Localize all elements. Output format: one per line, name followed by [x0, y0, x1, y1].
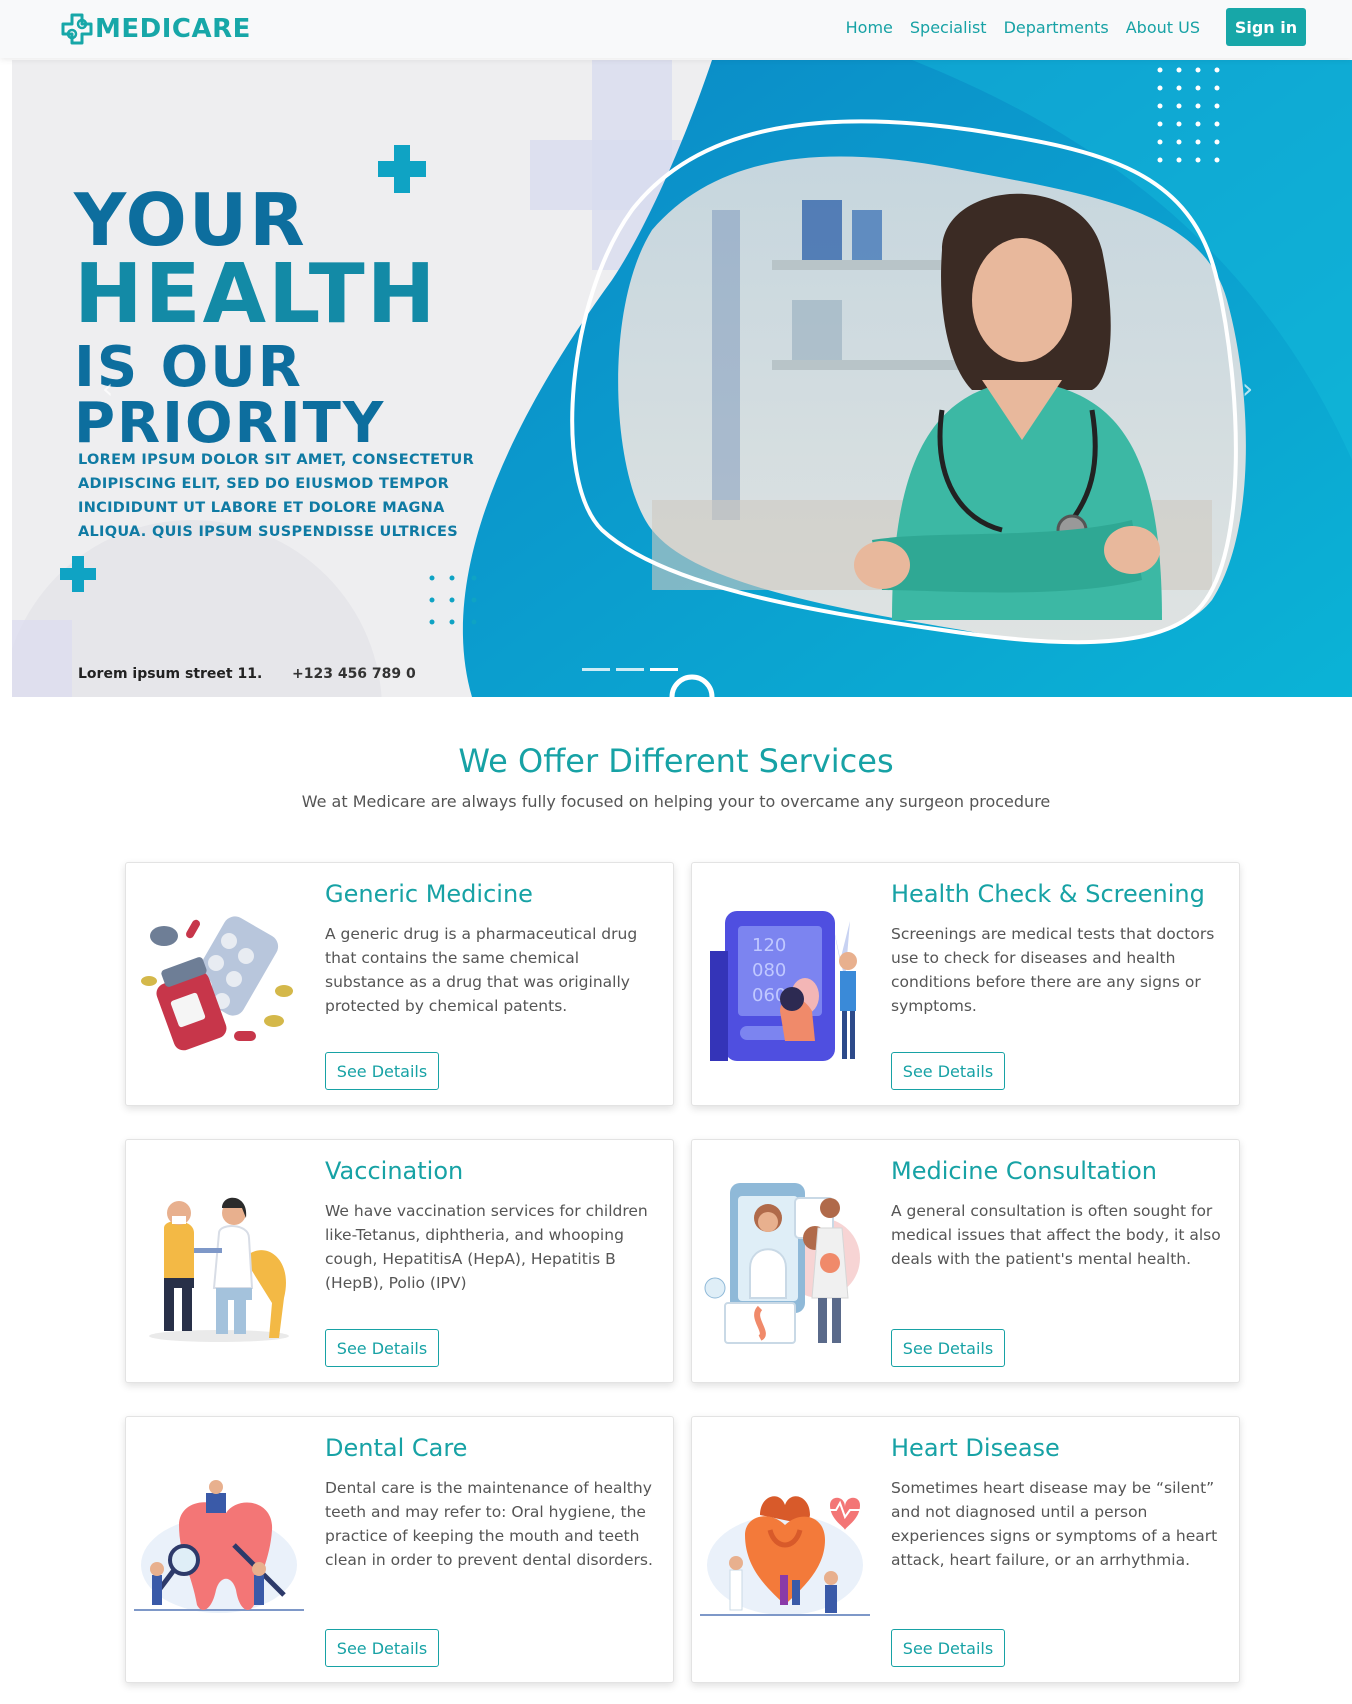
service-card-heart-disease: Heart Disease Sometimes heart disease ma…	[691, 1416, 1240, 1683]
hero-title-line-2: HEALTH	[74, 247, 438, 342]
card-description: A general consultation is often sought f…	[891, 1202, 1221, 1268]
see-details-button[interactable]: See Details	[325, 1329, 439, 1367]
nav-about-us[interactable]: About US	[1126, 18, 1200, 37]
carousel-indicator-3[interactable]	[650, 668, 678, 671]
nav-home[interactable]: Home	[846, 18, 893, 37]
card-description: Sometimes heart disease may be “silent” …	[891, 1479, 1218, 1569]
hero-address: Lorem ipsum street 11.	[78, 666, 263, 682]
nav-departments[interactable]: Departments	[1004, 18, 1109, 37]
hero-phone: +123 456 789 0	[292, 666, 416, 682]
vaccination-icon	[149, 1197, 289, 1342]
online-consultation-icon	[704, 1183, 860, 1344]
svg-text:080: 080	[752, 960, 786, 981]
medicine-pills-icon	[141, 916, 293, 1051]
heart-anatomy-icon	[700, 1496, 870, 1616]
navbar: MEDICARE Home Specialist Departments Abo…	[0, 0, 1352, 58]
card-title: Medicine Consultation	[891, 1157, 1157, 1185]
see-details-button[interactable]: See Details	[891, 1052, 1005, 1090]
see-details-button[interactable]: See Details	[891, 1329, 1005, 1367]
services-title: We Offer Different Services	[458, 742, 894, 780]
signin-button[interactable]: Sign in	[1226, 8, 1306, 46]
carousel-prev-icon[interactable]: ‹	[102, 372, 142, 412]
carousel-indicator-1[interactable]	[582, 668, 610, 671]
service-card-health-check: 120 080 060 Health Check & Screening Scr…	[691, 862, 1240, 1106]
services-subtitle: We at Medicare are always fully focused …	[301, 792, 1051, 811]
card-description: We have vaccination services for childre…	[325, 1202, 648, 1292]
service-card-generic-medicine: Generic Medicine A generic drug is a pha…	[125, 862, 674, 1106]
nav-links: Home Specialist Departments About US	[846, 18, 1200, 37]
nav-specialist[interactable]: Specialist	[910, 18, 987, 37]
see-details-button[interactable]: See Details	[325, 1052, 439, 1090]
svg-text:120: 120	[752, 935, 786, 956]
hero-title-line-1: YOUR	[74, 178, 307, 262]
card-title: Generic Medicine	[325, 880, 533, 908]
service-card-medicine-consultation: Medicine Consultation A general consulta…	[691, 1139, 1240, 1383]
brand-name: MEDICARE	[95, 14, 251, 44]
see-details-button[interactable]: See Details	[891, 1629, 1005, 1667]
card-description: A generic drug is a pharmaceutical drug …	[325, 925, 638, 1015]
card-description: Screenings are medical tests that doctor…	[891, 925, 1215, 1015]
service-card-vaccination: Vaccination We have vaccination services…	[125, 1139, 674, 1383]
carousel-next-icon[interactable]: ›	[1242, 372, 1282, 412]
tooth-care-icon	[134, 1480, 304, 1613]
hero-carousel: YOUR HEALTH IS OUR PRIORITY LOREM IPSUM …	[12, 60, 1352, 697]
card-title: Vaccination	[325, 1157, 464, 1185]
card-title: Dental Care	[325, 1434, 468, 1462]
card-description: Dental care is the maintenance of health…	[325, 1479, 653, 1569]
service-card-dental-care: Dental Care Dental care is the maintenan…	[125, 1416, 674, 1683]
see-details-button[interactable]: See Details	[325, 1629, 439, 1667]
card-title: Health Check & Screening	[891, 880, 1205, 908]
brand-logo[interactable]: MEDICARE	[60, 12, 251, 46]
carousel-indicator-2[interactable]	[616, 668, 644, 671]
hero-subtitle: LOREM IPSUM DOLOR SIT AMET, CONSECTETUR …	[78, 452, 475, 540]
blood-pressure-monitor-icon: 120 080 060	[710, 911, 857, 1061]
card-title: Heart Disease	[891, 1434, 1060, 1462]
medical-cross-logo-icon	[61, 13, 93, 45]
